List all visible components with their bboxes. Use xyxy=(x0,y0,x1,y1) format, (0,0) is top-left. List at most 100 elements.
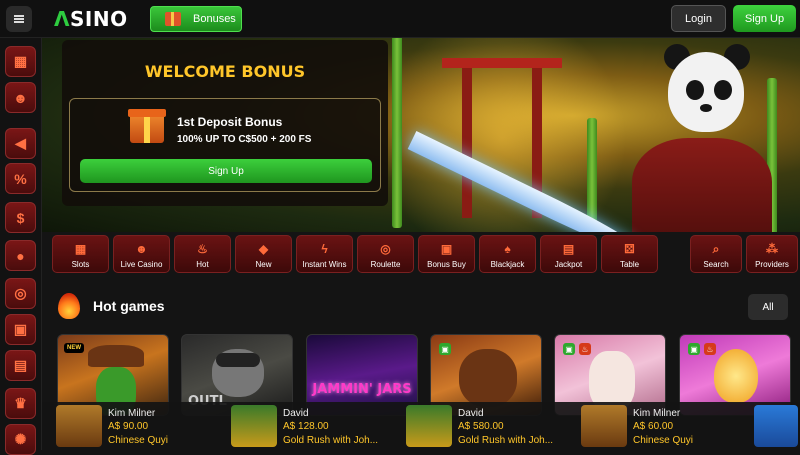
sidebar-target-icon[interactable]: ◎ xyxy=(5,278,36,309)
category-label: Instant Wins xyxy=(302,260,347,269)
game-thumbnail xyxy=(56,405,102,447)
hot-games-header: Hot games All xyxy=(58,293,800,323)
game-thumbnail xyxy=(231,405,277,447)
panda-eye xyxy=(686,80,704,100)
sidebar-percent-icon[interactable]: % xyxy=(5,163,36,194)
sidebar-shop-icon[interactable]: ▤ xyxy=(5,350,36,381)
category-label: Slots xyxy=(71,260,90,269)
sidebar-grid-icon[interactable]: ▦ xyxy=(5,46,36,77)
gift-icon xyxy=(165,12,181,26)
dice-icon: ⚄ xyxy=(624,242,635,256)
bonus-buy-icon: ▣ xyxy=(688,343,700,355)
category-label: Jackpot xyxy=(554,260,583,269)
sidebar-wheel-icon[interactable]: ✺ xyxy=(5,424,36,455)
winner-name: Kim Milner xyxy=(108,408,156,419)
category-roulette[interactable]: ◎ Roulette xyxy=(357,235,414,273)
view-all-button[interactable]: All xyxy=(748,294,788,320)
category-new[interactable]: ◆ New xyxy=(235,235,292,273)
logo-text: SINO xyxy=(69,7,128,31)
welcome-bonus-card: WELCOME BONUS 1st Deposit Bonus 100% UP … xyxy=(62,40,388,206)
category-instant-wins[interactable]: ϟ Instant Wins xyxy=(296,235,353,273)
login-button[interactable]: Login xyxy=(671,5,726,32)
category-table[interactable]: ⚄ Table xyxy=(601,235,658,273)
category-jackpot[interactable]: ▤ Jackpot xyxy=(540,235,597,273)
bonuses-button[interactable]: Bonuses xyxy=(150,6,242,32)
deposit-bonus-box: 1st Deposit Bonus 100% UP TO C$500 + 200… xyxy=(69,98,381,192)
panda-nose xyxy=(700,104,712,112)
hot-flame-icon: ♨ xyxy=(579,343,591,355)
new-badge: NEW xyxy=(64,343,84,353)
gift-icon: ▣ xyxy=(440,242,453,256)
win-amount: A$ 128.00 xyxy=(283,421,329,432)
category-search[interactable]: ⌕ Search xyxy=(690,235,742,273)
win-amount: A$ 580.00 xyxy=(458,421,504,432)
jackpot-icon: ▤ xyxy=(562,242,575,256)
panda-eye xyxy=(714,80,732,100)
category-label: Table xyxy=(619,260,640,269)
buffalo-art xyxy=(459,349,517,407)
sidebar-megaphone-icon[interactable]: ◀ xyxy=(5,128,36,159)
category-label: Bonus Buy xyxy=(427,260,466,269)
recent-winners-ticker: Kim Milner A$ 90.00 Chinese Quyi David A… xyxy=(42,402,800,450)
samurai-armor-illustration xyxy=(632,138,772,232)
bonus-buy-icon: ▣ xyxy=(439,343,451,355)
cowboy-hat-art xyxy=(88,345,144,367)
providers-icon: ⁂ xyxy=(766,242,778,256)
diamond-icon: ◆ xyxy=(258,242,269,256)
menu-toggle-button[interactable] xyxy=(6,6,32,32)
panda-face xyxy=(668,52,744,132)
welcome-title: WELCOME BONUS xyxy=(144,62,306,81)
winner-name: Kim Milner xyxy=(633,408,681,419)
win-game: Chinese Quyi xyxy=(633,435,694,446)
category-slots[interactable]: ▦ Slots xyxy=(52,235,109,273)
sidebar-dealer-icon[interactable]: ☻ xyxy=(5,82,36,113)
logo-mark: Ʌ xyxy=(54,7,70,31)
winner-name: David xyxy=(458,408,484,419)
egg-art xyxy=(714,349,758,403)
win-game: Gold Rush with Joh... xyxy=(458,435,554,446)
hamburger-icon xyxy=(14,18,24,20)
win-amount: A$ 90.00 xyxy=(108,421,149,432)
sidebar-coin-icon[interactable]: $ xyxy=(5,202,36,233)
sidebar-trophy-icon[interactable]: ♛ xyxy=(5,388,36,419)
game-thumbnail xyxy=(581,405,627,447)
top-bar: ɅSINO Bonuses Login Sign Up xyxy=(0,0,800,38)
cards-icon: ♠ xyxy=(504,242,511,256)
bonuses-label: Bonuses xyxy=(193,13,236,25)
hot-games-title: Hot games xyxy=(93,298,165,314)
category-label: Hot xyxy=(196,260,209,269)
category-label: Roulette xyxy=(370,260,401,269)
roulette-icon: ◎ xyxy=(380,242,391,256)
category-hot[interactable]: ♨ Hot xyxy=(174,235,231,273)
welcome-signup-button[interactable]: Sign Up xyxy=(80,159,372,183)
bamboo-stalk xyxy=(392,38,402,228)
deposit-subtitle: 100% UP TO C$500 + 200 FS xyxy=(177,134,312,145)
sidebar-map-icon[interactable]: ▣ xyxy=(5,314,36,345)
category-label: Live Casino xyxy=(120,260,163,269)
sidebar-medal-icon[interactable]: ● xyxy=(5,240,36,271)
category-providers[interactable]: ⁂ Providers xyxy=(746,235,798,273)
bonus-buy-icon: ▣ xyxy=(563,343,575,355)
win-game: Gold Rush with Joh... xyxy=(283,435,379,446)
lightning-icon: ϟ xyxy=(321,242,328,256)
flame-icon: ♨ xyxy=(197,242,208,256)
game-thumbnail[interactable] xyxy=(754,405,798,447)
category-label: Search xyxy=(703,260,729,269)
category-live-casino[interactable]: ☻ Live Casino xyxy=(113,235,170,273)
sidebar: ▦ ☻ ◀ % $ ● ◎ ▣ ▤ ♛ ✺ xyxy=(0,38,42,455)
panda-mascot xyxy=(658,38,758,150)
deposit-title: 1st Deposit Bonus xyxy=(177,115,283,129)
site-logo[interactable]: ɅSINO xyxy=(54,7,128,31)
winner-name: David xyxy=(283,408,309,419)
goggles-art xyxy=(216,353,260,367)
category-label: Providers xyxy=(755,260,789,269)
grid-icon: ▦ xyxy=(74,242,87,256)
category-label: Blackjack xyxy=(490,260,525,269)
game-title: JAMMIN' JARS xyxy=(312,382,412,397)
game-thumbnail xyxy=(406,405,452,447)
category-bonus-buy[interactable]: ▣ Bonus Buy xyxy=(418,235,475,273)
category-blackjack[interactable]: ♠ Blackjack xyxy=(479,235,536,273)
flame-icon xyxy=(58,293,80,319)
gift-box-icon xyxy=(128,109,166,143)
signup-button[interactable]: Sign Up xyxy=(733,5,796,32)
